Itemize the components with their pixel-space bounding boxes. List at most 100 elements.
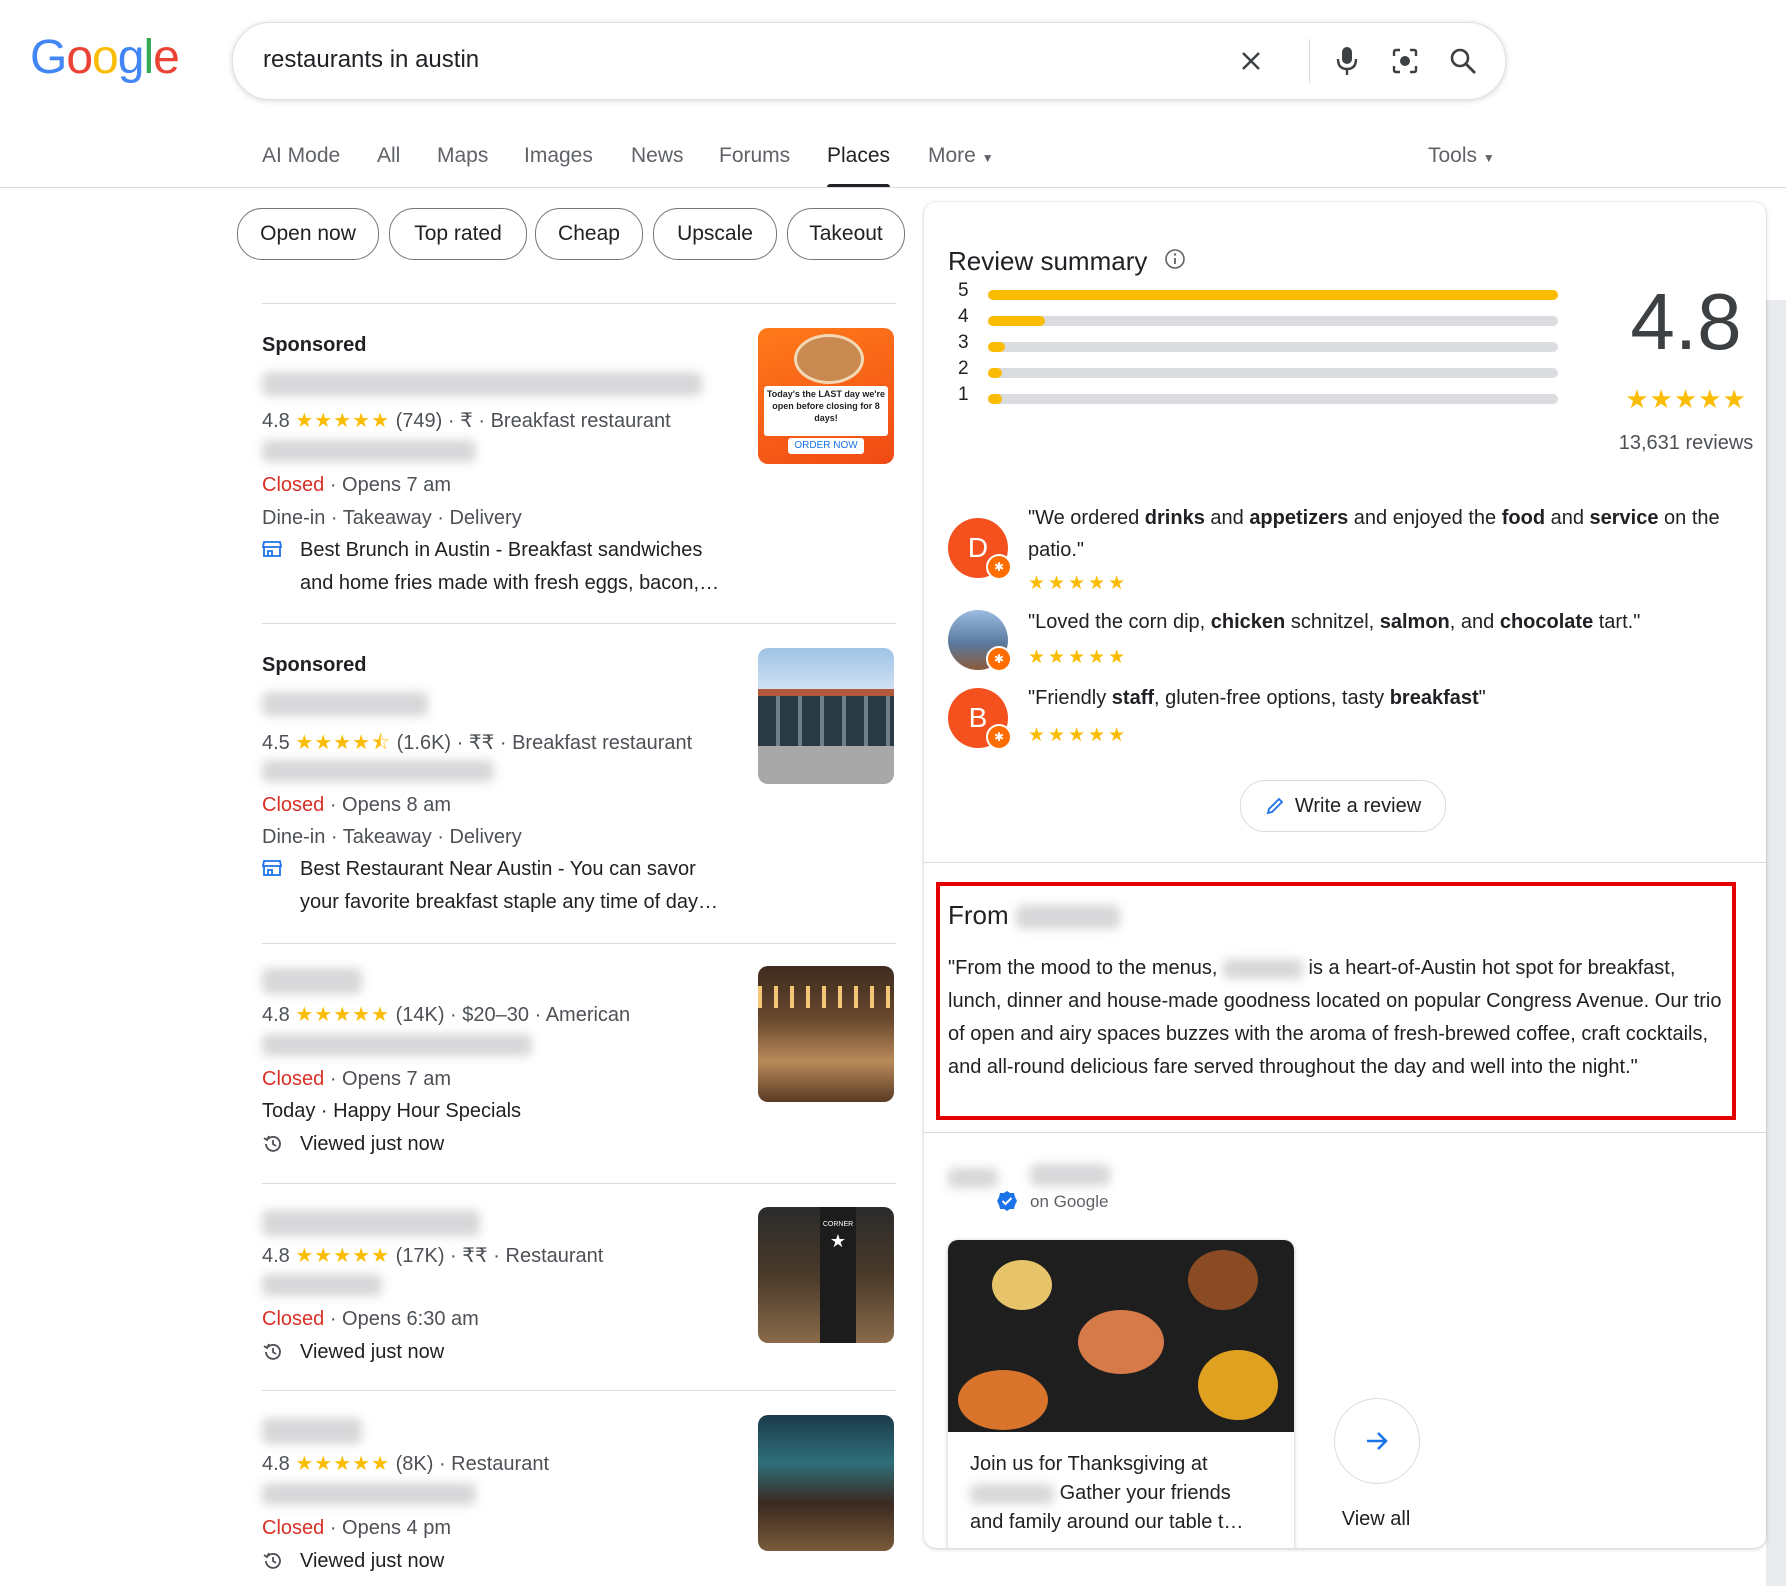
- listing-2-thumbnail[interactable]: [758, 648, 894, 784]
- local-guide-badge-icon: ✱: [986, 646, 1012, 672]
- reviewer-avatar[interactable]: ✱: [948, 610, 1012, 672]
- opening-time: Opens 8 am: [342, 794, 451, 816]
- star-level-label: 4: [958, 306, 969, 327]
- rating-bar[interactable]: [988, 368, 1558, 378]
- rating-bar-fill: [988, 394, 1002, 404]
- view-all-arrow-button[interactable]: [1334, 1398, 1420, 1484]
- listing-3-thumbnail[interactable]: [758, 966, 894, 1102]
- write-review-button[interactable]: Write a review: [1240, 780, 1446, 832]
- google-logo[interactable]: Google: [30, 30, 180, 85]
- rating-value: 4.8: [262, 1245, 290, 1267]
- update-post-card[interactable]: Join us for Thanksgiving at Gather your …: [948, 1240, 1294, 1548]
- order-now-badge: ORDER NOW: [788, 438, 864, 454]
- logo-letter: e: [153, 31, 180, 84]
- logo-letter: o: [66, 31, 93, 84]
- review-text: "Friendly: [1028, 687, 1112, 709]
- tab-news[interactable]: News: [631, 144, 684, 168]
- rating-score: 4.8: [1630, 277, 1742, 366]
- review-count: (749): [395, 410, 443, 432]
- opening-time: Opens 4 pm: [342, 1517, 451, 1539]
- opening-time: Opens 6:30 am: [342, 1308, 479, 1330]
- local-guide-badge-icon: ✱: [986, 554, 1012, 580]
- tab-more[interactable]: More ▼: [928, 144, 994, 168]
- listing-name[interactable]: [262, 1418, 362, 1450]
- listing-name[interactable]: [262, 968, 362, 1000]
- star-logo-icon: ★: [829, 1231, 847, 1251]
- review-text: "Loved the corn dip,: [1028, 611, 1211, 633]
- chip-top-rated[interactable]: Top rated: [389, 208, 527, 260]
- hours-line: Closed · Opens 8 am: [262, 794, 451, 816]
- sponsored-label: Sponsored: [262, 654, 367, 676]
- tools-label: Tools: [1428, 144, 1478, 167]
- write-review-label: Write a review: [1294, 794, 1422, 817]
- thanksgiving-food-image: [948, 1240, 1294, 1432]
- listing-name[interactable]: [262, 692, 428, 722]
- review-snippet[interactable]: "We ordered drinks and appetizers and en…: [1028, 502, 1748, 566]
- tab-maps[interactable]: Maps: [437, 144, 488, 168]
- summary-stars: ★★★★★: [1625, 384, 1747, 414]
- listing-divider: [262, 623, 896, 624]
- ad-text-line-2: your favorite breakfast staple any time …: [300, 891, 718, 913]
- rating-bar[interactable]: [988, 316, 1558, 326]
- services: Dine-in · Takeaway · Delivery: [262, 826, 522, 848]
- listing-1-thumbnail[interactable]: Today's the LAST day we're open before c…: [758, 328, 894, 464]
- history-icon: [262, 1550, 284, 1572]
- rating-bar[interactable]: [988, 342, 1558, 352]
- review-keyword: breakfast: [1389, 687, 1479, 709]
- camera-lens-icon[interactable]: [1387, 43, 1423, 79]
- review-keyword: chicken: [1210, 611, 1286, 633]
- clear-icon[interactable]: [1233, 43, 1269, 79]
- tools-button[interactable]: Tools ▼: [1428, 144, 1495, 168]
- chip-cheap[interactable]: Cheap: [535, 208, 643, 260]
- chip-takeout[interactable]: Takeout: [787, 208, 905, 260]
- opening-time: Opens 7 am: [342, 1068, 451, 1090]
- reviewer-avatar[interactable]: D ✱: [948, 518, 1012, 580]
- review-count: (8K): [395, 1453, 434, 1475]
- address: [262, 760, 494, 788]
- ad-text-line-1: Best Brunch in Austin - Breakfast sandwi…: [300, 539, 703, 561]
- business-name[interactable]: [1030, 1164, 1110, 1191]
- search-icon[interactable]: [1445, 43, 1481, 79]
- listing-name[interactable]: [262, 372, 702, 402]
- review-text: "We ordered: [1028, 507, 1145, 529]
- review-text: , gluten-free options, tasty: [1154, 687, 1390, 709]
- listing-5-thumbnail[interactable]: [758, 1415, 894, 1551]
- search-input[interactable]: restaurants in austin: [263, 46, 479, 74]
- tab-forums[interactable]: Forums: [719, 144, 790, 168]
- history-icon: [262, 1133, 284, 1155]
- rating-bar[interactable]: [988, 290, 1558, 300]
- review-snippet[interactable]: "Friendly staff, gluten-free options, ta…: [1028, 682, 1748, 714]
- tab-places[interactable]: Places: [827, 144, 891, 188]
- review-panel: Review summary 5 4 3 2 1 4.8 ★★★★★ 13,631 re…: [924, 202, 1766, 1548]
- tab-all[interactable]: All: [377, 144, 400, 168]
- review-snippet[interactable]: "Loved the corn dip, chicken schnitzel, …: [1028, 606, 1748, 638]
- search-box[interactable]: restaurants in austin: [232, 22, 1506, 100]
- map-strip[interactable]: [1766, 300, 1786, 1586]
- opening-time: Opens 7 am: [342, 474, 451, 496]
- total-reviews[interactable]: 13,631 reviews: [1580, 432, 1766, 455]
- happy-hour-line: Today · Happy Hour Specials: [262, 1100, 522, 1122]
- rating-bar[interactable]: [988, 394, 1558, 404]
- storefront-windows: [758, 696, 894, 746]
- rating-line: 4.8 ★★★★★ (8K) · Restaurant: [262, 1453, 550, 1475]
- review-text: tart.": [1593, 611, 1641, 633]
- tab-ai-mode[interactable]: AI Mode: [262, 144, 340, 168]
- tab-images[interactable]: Images: [524, 144, 593, 168]
- avatar-initial: D: [967, 532, 989, 563]
- review-text: and: [1545, 507, 1590, 529]
- microphone-icon[interactable]: [1329, 43, 1365, 79]
- storefront-icon: [262, 858, 282, 878]
- rating-value: 4.8: [262, 410, 290, 432]
- listing-4-thumbnail[interactable]: CORNER ★: [758, 1207, 894, 1343]
- listing-name[interactable]: [262, 1210, 480, 1242]
- reviewer-avatar[interactable]: B ✱: [948, 688, 1012, 750]
- chip-open-now[interactable]: Open now: [237, 208, 379, 260]
- info-icon[interactable]: [1164, 248, 1186, 270]
- address: [262, 1483, 476, 1511]
- category: Restaurant: [451, 1453, 550, 1475]
- from-description: "From the mood to the menus, is a heart-…: [948, 952, 1728, 1084]
- chip-upscale[interactable]: Upscale: [653, 208, 777, 260]
- view-all-label[interactable]: View all: [1314, 1508, 1438, 1531]
- hours-line: Closed · Opens 6:30 am: [262, 1308, 479, 1330]
- price-level: ₹₹: [468, 732, 495, 754]
